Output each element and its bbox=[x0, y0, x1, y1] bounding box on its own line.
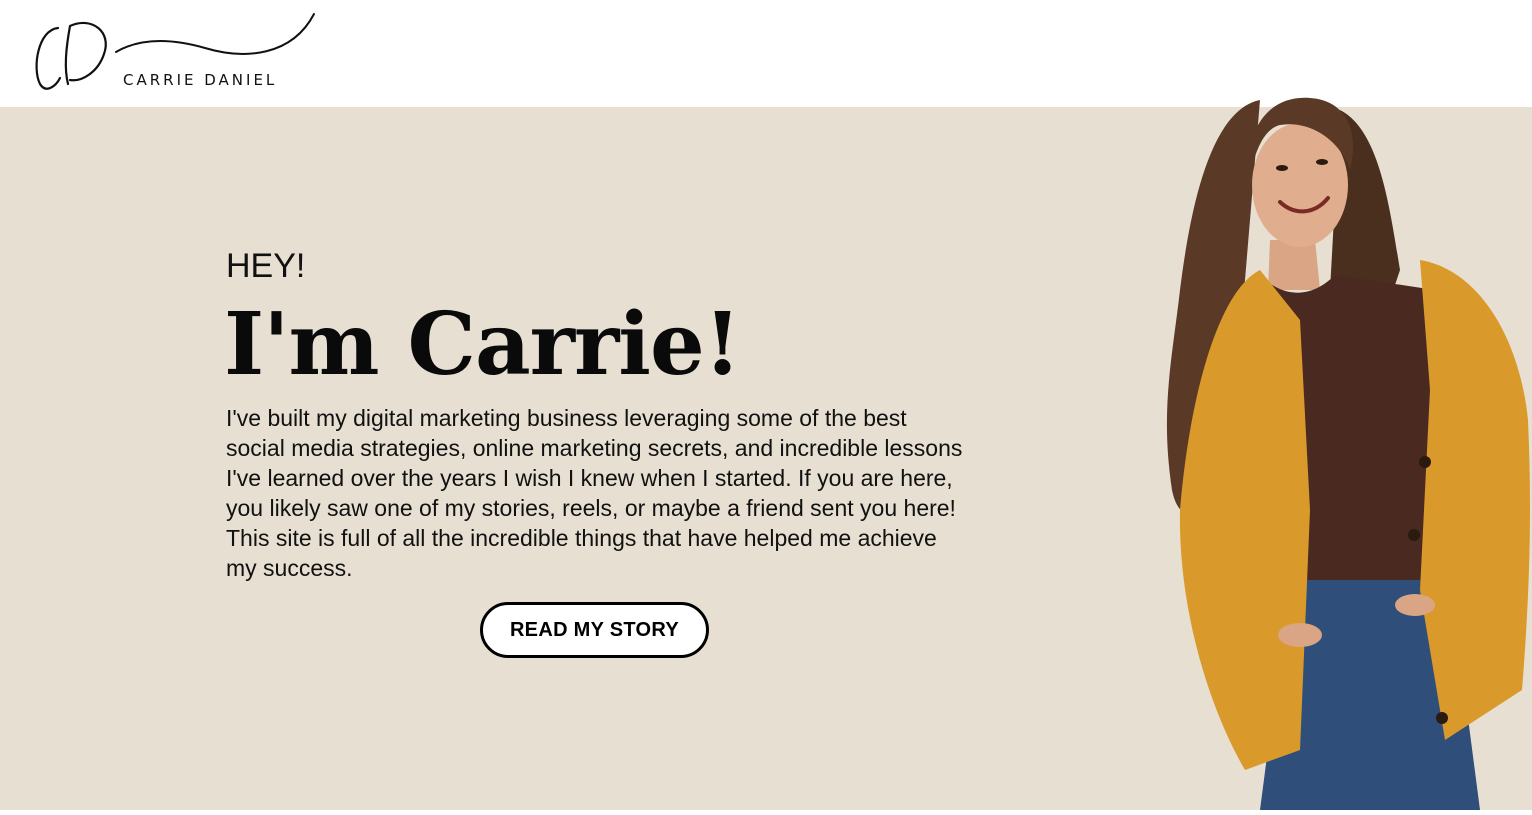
brand-logo[interactable]: CARRIE DANIEL bbox=[30, 8, 330, 98]
hero-intro-text: I've built my digital marketing business… bbox=[226, 405, 963, 581]
hero-title: I'm Carrie! bbox=[224, 294, 741, 395]
read-my-story-button[interactable]: READ MY STORY bbox=[480, 602, 709, 658]
portrait-photo bbox=[1150, 90, 1532, 810]
hero-greeting: HEY! bbox=[226, 247, 306, 285]
brand-name: CARRIE DANIEL bbox=[123, 71, 278, 89]
